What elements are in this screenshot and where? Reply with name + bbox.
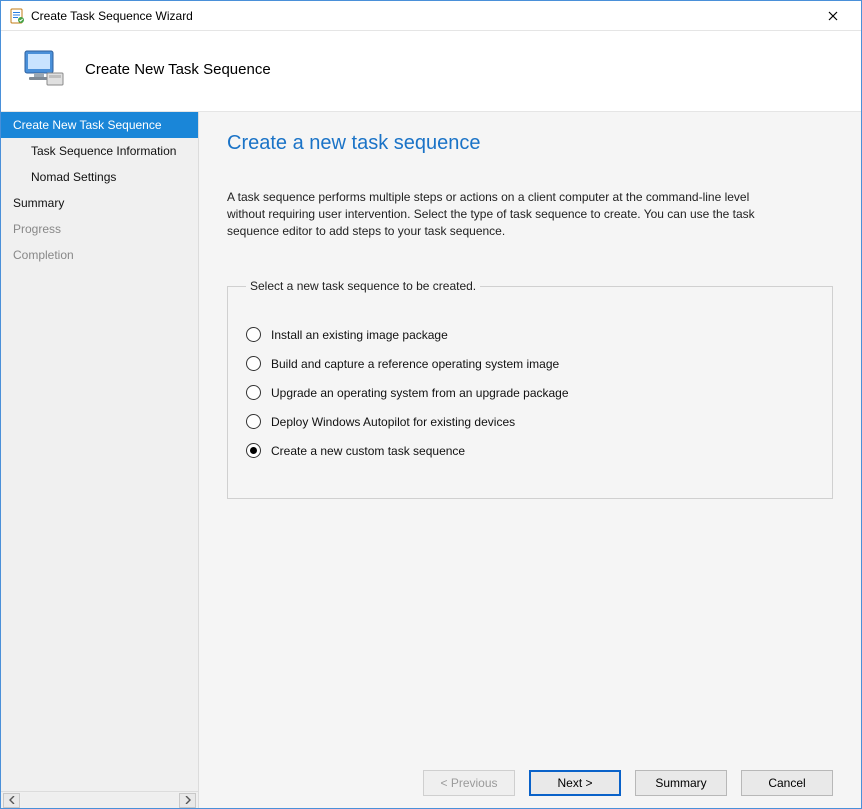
next-button[interactable]: Next > [529,770,621,796]
close-button[interactable] [813,2,853,30]
cancel-button[interactable]: Cancel [741,770,833,796]
sidebar-item[interactable]: Task Sequence Information [1,138,198,164]
titlebar: Create Task Sequence Wizard [1,1,861,31]
window-title: Create Task Sequence Wizard [31,9,813,23]
radio-label: Install an existing image package [271,328,448,342]
main-area: Create New Task SequenceTask Sequence In… [1,112,861,808]
radio-option[interactable]: Build and capture a reference operating … [246,356,814,371]
wizard-icon [9,8,25,24]
radio-option[interactable]: Install an existing image package [246,327,814,342]
previous-button: < Previous [423,770,515,796]
sidebar-item[interactable]: Nomad Settings [1,164,198,190]
radio-label: Build and capture a reference operating … [271,357,559,371]
footer-buttons: < Previous Next > Summary Cancel [227,760,833,796]
page-description: A task sequence performs multiple steps … [227,189,787,239]
radio-label: Deploy Windows Autopilot for existing de… [271,415,515,429]
sidebar-items: Create New Task SequenceTask Sequence In… [1,112,198,791]
sidebar-item[interactable]: Create New Task Sequence [1,112,198,138]
radio-icon [246,327,261,342]
summary-button[interactable]: Summary [635,770,727,796]
group-legend: Select a new task sequence to be created… [246,279,480,293]
header-band: Create New Task Sequence [1,31,861,112]
radio-icon [246,414,261,429]
page-title: Create a new task sequence [227,132,833,155]
sidebar-item[interactable]: Summary [1,190,198,216]
sidebar-item: Progress [1,216,198,242]
radio-label: Create a new custom task sequence [271,444,465,458]
scroll-track[interactable] [21,793,178,808]
content-panel: Create a new task sequence A task sequen… [199,112,861,808]
sidebar-scrollbar[interactable] [1,791,198,808]
radio-icon [246,356,261,371]
radio-option[interactable]: Deploy Windows Autopilot for existing de… [246,414,814,429]
close-icon [828,11,838,21]
radio-option[interactable]: Upgrade an operating system from an upgr… [246,385,814,400]
computer-icon [19,45,67,93]
scroll-right-arrow[interactable] [179,793,196,808]
radio-icon [246,385,261,400]
radio-label: Upgrade an operating system from an upgr… [271,386,569,400]
header-subtitle: Create New Task Sequence [85,61,271,78]
sidebar-item: Completion [1,242,198,268]
sidebar: Create New Task SequenceTask Sequence In… [1,112,199,808]
scroll-left-arrow[interactable] [3,793,20,808]
task-type-group: Select a new task sequence to be created… [227,279,833,499]
radio-option[interactable]: Create a new custom task sequence [246,443,814,458]
radio-icon [246,443,261,458]
